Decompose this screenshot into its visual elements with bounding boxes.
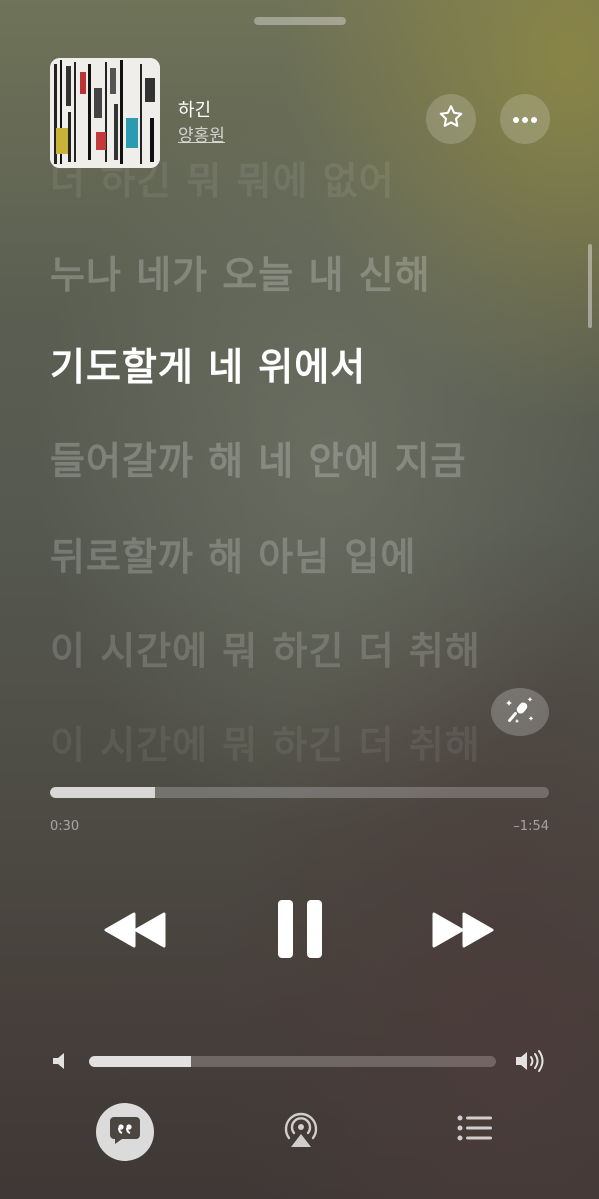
lyric-line[interactable]: 더 하긴 뭐 뭐에 없어 [50, 150, 395, 205]
sing-lyrics-button[interactable] [491, 688, 549, 736]
volume-fill [89, 1056, 191, 1067]
fast-forward-button[interactable] [428, 904, 498, 960]
lyric-line[interactable]: 이 시간에 뭐 하긴 더 취해 [50, 714, 481, 769]
scroll-indicator [588, 244, 592, 328]
favorite-button[interactable] [426, 94, 476, 144]
sheet-grabber[interactable] [254, 17, 346, 25]
airplay-button[interactable] [280, 1108, 322, 1154]
elapsed-time: 0:30 [50, 819, 80, 834]
lyrics-toggle-button[interactable] [96, 1103, 154, 1161]
speaker-icon [51, 1050, 71, 1072]
pause-button[interactable] [270, 898, 330, 964]
microphone-sparkle-icon [503, 693, 537, 731]
progress-fill [50, 787, 155, 798]
star-icon [437, 103, 465, 135]
track-title: 하긴 [178, 100, 212, 121]
fast-forward-icon [432, 910, 494, 954]
list-icon [457, 1113, 493, 1147]
lyric-line[interactable]: 이 시간에 뭐 하긴 더 취해 [50, 620, 481, 675]
airplay-icon [281, 1108, 321, 1154]
ellipsis-icon [511, 110, 539, 129]
remaining-time: –1:54 [513, 819, 549, 834]
lyric-line-current[interactable]: 기도할게 네 위에서 [50, 336, 366, 391]
playback-progress-slider[interactable] [50, 787, 549, 798]
rewind-icon [104, 910, 166, 954]
lyric-line[interactable]: 뒤로할까 해 아님 입에 [50, 526, 416, 581]
pause-icon [276, 898, 324, 964]
volume-slider[interactable] [89, 1056, 496, 1067]
queue-button[interactable] [456, 1112, 494, 1148]
artist-link[interactable]: 양홍원 [178, 121, 225, 146]
quote-bubble-icon [108, 1113, 142, 1151]
lyric-line[interactable]: 누나 네가 오늘 내 신해 [50, 244, 431, 299]
speaker-wave-icon [514, 1048, 548, 1074]
rewind-button[interactable] [100, 904, 170, 960]
more-options-button[interactable] [500, 94, 550, 144]
lyric-line[interactable]: 들어갈까 해 네 안에 지금 [50, 430, 467, 485]
